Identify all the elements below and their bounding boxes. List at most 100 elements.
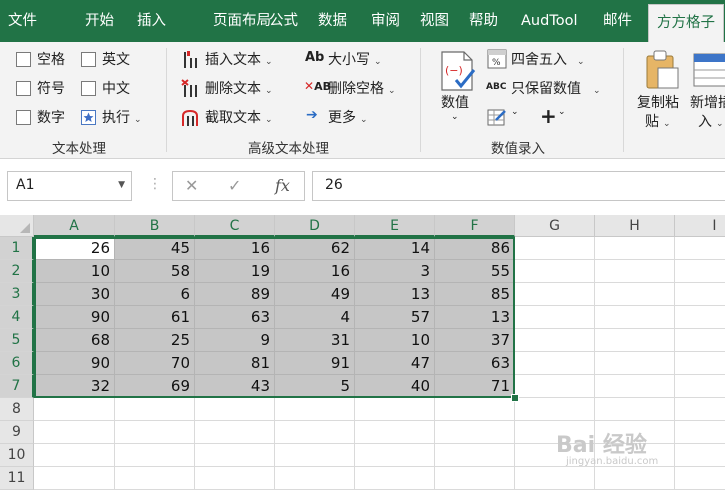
ribbon-tab[interactable]: 数据 <box>318 0 347 42</box>
cell-D3[interactable]: 49 <box>275 283 355 306</box>
row-header[interactable]: 11 <box>0 467 34 490</box>
cell-G2[interactable] <box>515 260 595 283</box>
cell-I3[interactable] <box>675 283 725 306</box>
ribbon-tab[interactable]: 视图 <box>420 0 449 42</box>
cell-F1[interactable]: 86 <box>435 237 515 260</box>
cell-G8[interactable] <box>515 398 595 421</box>
row-header[interactable]: 4 <box>0 306 34 329</box>
checkbox-chinese-label[interactable]: 中文 <box>102 78 130 98</box>
delete-space-button[interactable]: 删除空格 ⌄ <box>328 78 396 98</box>
cell-I10[interactable] <box>675 444 725 467</box>
case-button[interactable]: 大小写 ⌄ <box>328 49 382 69</box>
cell-D11[interactable] <box>275 467 355 490</box>
copy-paste-button[interactable]: 复制粘 <box>637 92 679 112</box>
cell-D8[interactable] <box>275 398 355 421</box>
column-header[interactable]: D <box>275 215 355 237</box>
row-header[interactable]: 1 <box>0 237 34 260</box>
cell-F2[interactable]: 55 <box>435 260 515 283</box>
cell-D1[interactable]: 62 <box>275 237 355 260</box>
cell-B4[interactable]: 61 <box>115 306 195 329</box>
cell-I8[interactable] <box>675 398 725 421</box>
column-header[interactable]: A <box>34 215 115 237</box>
checkbox-english-label[interactable]: 英文 <box>102 49 130 69</box>
ribbon-tab[interactable]: AudTool <box>521 0 577 42</box>
cell-I9[interactable] <box>675 421 725 444</box>
cell-F6[interactable]: 63 <box>435 352 515 375</box>
cell-B6[interactable]: 70 <box>115 352 195 375</box>
cell-D4[interactable]: 4 <box>275 306 355 329</box>
ribbon-tab[interactable]: 公式 <box>269 0 298 42</box>
more-button[interactable]: 更多 ⌄ <box>328 107 368 127</box>
cell-F10[interactable] <box>435 444 515 467</box>
cell-H2[interactable] <box>595 260 675 283</box>
cell-E2[interactable]: 3 <box>355 260 435 283</box>
ribbon-tab[interactable]: 帮助 <box>469 0 498 42</box>
cell-C1[interactable]: 16 <box>195 237 275 260</box>
column-header[interactable]: B <box>115 215 195 237</box>
select-all-corner[interactable] <box>0 215 34 237</box>
numeric-value-button[interactable]: 数值 <box>441 92 469 112</box>
cell-A7[interactable]: 32 <box>34 375 115 398</box>
cell-E5[interactable]: 10 <box>355 329 435 352</box>
cell-H5[interactable] <box>595 329 675 352</box>
chevron-down-icon[interactable]: ▼ <box>118 180 125 190</box>
column-header[interactable]: G <box>515 215 595 237</box>
cell-I1[interactable] <box>675 237 725 260</box>
insert-text-button[interactable]: 插入文本 ⌄ <box>205 49 273 69</box>
cell-F8[interactable] <box>435 398 515 421</box>
cell-A8[interactable] <box>34 398 115 421</box>
cell-D9[interactable] <box>275 421 355 444</box>
cell-D10[interactable] <box>275 444 355 467</box>
cell-E1[interactable]: 14 <box>355 237 435 260</box>
checkbox-chinese[interactable] <box>81 81 96 96</box>
cell-H1[interactable] <box>595 237 675 260</box>
cell-E10[interactable] <box>355 444 435 467</box>
row-header[interactable]: 5 <box>0 329 34 352</box>
cell-A5[interactable]: 68 <box>34 329 115 352</box>
cell-C6[interactable]: 81 <box>195 352 275 375</box>
ribbon-tab[interactable]: 插入 <box>137 0 166 42</box>
ribbon-tab[interactable]: 方方格子 <box>648 4 724 43</box>
cell-B2[interactable]: 58 <box>115 260 195 283</box>
cell-E8[interactable] <box>355 398 435 421</box>
cell-A10[interactable] <box>34 444 115 467</box>
cell-E7[interactable]: 40 <box>355 375 435 398</box>
cell-H3[interactable] <box>595 283 675 306</box>
fill-handle[interactable] <box>511 394 519 402</box>
cell-G1[interactable] <box>515 237 595 260</box>
cell-I5[interactable] <box>675 329 725 352</box>
ribbon-tab[interactable]: 审阅 <box>371 0 400 42</box>
ribbon-tab[interactable]: 文件 <box>8 0 37 42</box>
cell-H6[interactable] <box>595 352 675 375</box>
name-box[interactable]: A1 ▼ <box>7 171 132 201</box>
cell-B8[interactable] <box>115 398 195 421</box>
cell-B11[interactable] <box>115 467 195 490</box>
cell-H11[interactable] <box>595 467 675 490</box>
cell-E3[interactable]: 13 <box>355 283 435 306</box>
column-header[interactable]: E <box>355 215 435 237</box>
cell-B5[interactable]: 25 <box>115 329 195 352</box>
enter-icon[interactable]: ✓ <box>228 176 241 195</box>
plus-icon[interactable]: + <box>540 104 557 128</box>
execute-button[interactable]: 执行 ⌄ <box>102 107 142 127</box>
cell-G11[interactable] <box>515 467 595 490</box>
checkbox-space[interactable] <box>16 52 31 67</box>
cell-A1[interactable]: 26 <box>34 237 115 260</box>
cell-D2[interactable]: 16 <box>275 260 355 283</box>
ribbon-tab[interactable]: 开始 <box>85 0 114 42</box>
copy-paste-button-line2[interactable]: 贴 ⌄ <box>645 111 671 131</box>
cell-B1[interactable]: 45 <box>115 237 195 260</box>
cell-F11[interactable] <box>435 467 515 490</box>
cell-A3[interactable]: 30 <box>34 283 115 306</box>
cell-A2[interactable]: 10 <box>34 260 115 283</box>
row-header[interactable]: 10 <box>0 444 34 467</box>
cell-G7[interactable] <box>515 375 595 398</box>
checkbox-number[interactable] <box>16 110 31 125</box>
cell-I4[interactable] <box>675 306 725 329</box>
cell-G3[interactable] <box>515 283 595 306</box>
cell-C11[interactable] <box>195 467 275 490</box>
cell-A6[interactable]: 90 <box>34 352 115 375</box>
round-button[interactable]: 四舍五入 ⌄ <box>511 49 585 69</box>
cell-G6[interactable] <box>515 352 595 375</box>
cell-G5[interactable] <box>515 329 595 352</box>
